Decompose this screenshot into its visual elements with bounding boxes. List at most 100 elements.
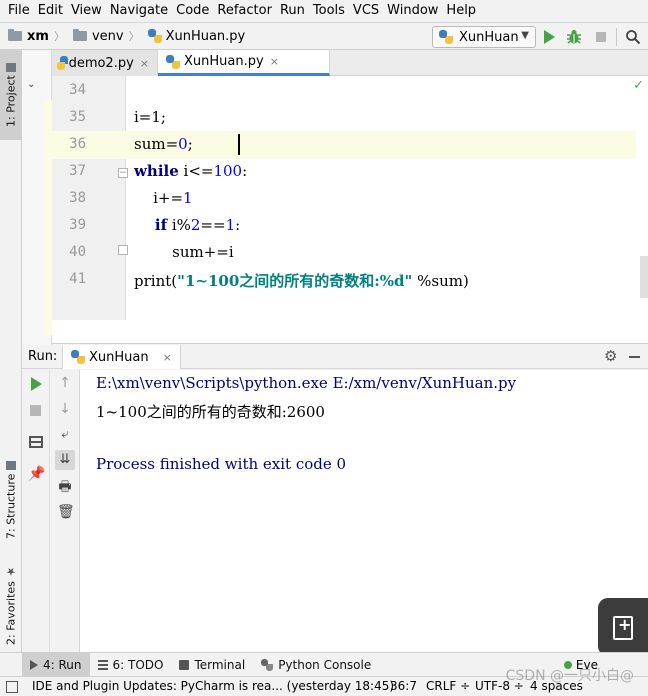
tool-windows-icon[interactable]: [6, 681, 18, 693]
run-icon[interactable]: [541, 29, 557, 45]
code-number: 2: [190, 216, 201, 234]
favorites-tool-tab-label: 2: Favorites: [4, 581, 18, 646]
code-text: ==: [200, 216, 226, 234]
tab-run[interactable]: 4: Run: [22, 652, 90, 677]
run-toolbar-primary: 📌: [22, 370, 50, 652]
breadcrumb-file[interactable]: XunHuan.py: [140, 22, 246, 50]
python-file-icon: [166, 54, 180, 69]
run-tab-xunhuan[interactable]: XunHuan ×: [62, 345, 181, 369]
star-icon: ★: [4, 564, 18, 578]
structure-tool-tab[interactable]: 7: Structure: [0, 455, 22, 545]
pin-icon[interactable]: 📌: [28, 466, 45, 482]
editor-scrollbar[interactable]: [640, 256, 648, 298]
close-icon[interactable]: ×: [270, 55, 279, 68]
code-line-39: if i%2==1:: [134, 216, 240, 234]
python-file-icon: [71, 350, 85, 364]
menu-edit[interactable]: Edit: [34, 0, 67, 22]
tab-terminal-label: Terminal: [194, 657, 246, 672]
chevron-down-icon[interactable]: ⌄: [27, 79, 35, 90]
menu-window[interactable]: Window: [383, 0, 442, 22]
stop-icon[interactable]: [593, 29, 609, 45]
layout-icon[interactable]: [29, 436, 43, 448]
inspection-ok-icon[interactable]: ✓: [633, 78, 644, 93]
todo-list-icon: [97, 659, 108, 670]
menu-view[interactable]: View: [67, 0, 106, 22]
status-message[interactable]: IDE and Plugin Updates: PyCharm is rea..…: [32, 679, 394, 693]
arrow-down-icon[interactable]: ↓: [57, 401, 73, 417]
menu-run[interactable]: Run: [276, 0, 309, 22]
menu-tools[interactable]: Tools: [309, 0, 349, 22]
debug-icon[interactable]: [566, 29, 582, 45]
close-icon[interactable]: ×: [163, 351, 172, 364]
stop-icon[interactable]: [30, 405, 41, 416]
minimize-icon[interactable]: [629, 356, 640, 358]
breadcrumb-folder[interactable]: venv 〉: [65, 22, 140, 50]
line-number: 41: [69, 271, 86, 287]
code-text: sum+=i: [134, 243, 234, 261]
breadcrumb-file-label: XunHuan.py: [165, 28, 246, 44]
tab-todo[interactable]: 6: TODO: [90, 653, 172, 677]
project-panel-highlight: [44, 100, 52, 335]
terminal-icon: [179, 659, 190, 670]
tab-xunhuan[interactable]: XunHuan.py ×: [158, 50, 330, 76]
folder-icon: [8, 29, 22, 41]
soft-wrap-icon[interactable]: ⤶: [57, 427, 73, 443]
navigation-bar: xm 〉 venv 〉 XunHuan.py XunHuan ▼: [0, 22, 648, 50]
current-line-highlight: [126, 131, 636, 159]
breadcrumb-project[interactable]: xm 〉: [0, 22, 65, 50]
code-line-36: sum=0;: [134, 135, 193, 153]
text-caret: [238, 134, 240, 155]
tab-demo2[interactable]: demo2.py ×: [52, 50, 158, 76]
plus-icon: +: [618, 615, 632, 634]
code-editor[interactable]: 34 35 36 37 38 39 40 41 − i=1; sum=0; wh…: [52, 76, 648, 344]
run-console[interactable]: E:\xm\venv\Scripts\python.exe E:/xm/venv…: [80, 370, 648, 652]
trash-icon[interactable]: 🗑: [57, 504, 75, 520]
project-tool-tab[interactable]: 1: Project: [0, 50, 22, 140]
run-panel-label: Run:: [28, 349, 58, 364]
gear-icon[interactable]: ⚙: [604, 348, 620, 364]
code-text: %sum): [412, 272, 469, 290]
python-console-icon: [261, 658, 274, 671]
tab-terminal[interactable]: Terminal: [171, 653, 253, 677]
run-configuration-select[interactable]: XunHuan ▼: [432, 26, 536, 48]
rerun-icon[interactable]: [28, 376, 44, 392]
line-number: 37: [69, 163, 86, 179]
code-text: i%: [167, 216, 191, 234]
chevron-right-icon: 〉: [53, 30, 65, 43]
python-file-icon: [147, 29, 162, 43]
arrow-up-icon[interactable]: ↑: [57, 375, 73, 391]
tab-run-label: 4: Run: [43, 657, 82, 672]
menu-navigate[interactable]: Navigate: [106, 0, 172, 22]
menu-help[interactable]: Help: [442, 0, 480, 22]
menu-file[interactable]: File: [4, 0, 34, 22]
code-number: 1: [225, 216, 236, 234]
project-tool-tab-label: 1: Project: [4, 75, 18, 128]
fold-end-icon[interactable]: [118, 245, 128, 255]
search-icon[interactable]: [625, 29, 641, 45]
menu-refactor[interactable]: Refactor: [213, 0, 276, 22]
menu-bar: File Edit View Navigate Code Refactor Ru…: [0, 0, 648, 22]
scroll-to-end-icon[interactable]: ⇊: [55, 450, 75, 470]
line-number-gutter: 34 35 36 37 38 39 40 41: [52, 76, 126, 320]
run-tab-label: XunHuan: [89, 349, 149, 365]
run-tool-header: Run: XunHuan × ⚙: [22, 345, 648, 369]
tab-label: demo2.py: [68, 55, 134, 71]
close-icon[interactable]: ×: [140, 57, 149, 70]
menu-code[interactable]: Code: [172, 0, 213, 22]
caret-position[interactable]: 36:7: [390, 679, 417, 693]
line-separator-select[interactable]: CRLF ÷: [426, 679, 470, 693]
code-keyword: while: [134, 162, 179, 180]
project-panel: ⌄: [22, 50, 52, 345]
code-number: 1: [183, 189, 193, 207]
tab-python-console[interactable]: Python Console: [253, 653, 379, 677]
fold-toggle-icon[interactable]: −: [118, 168, 128, 178]
code-keyword: if: [134, 216, 168, 234]
python-file-icon: [439, 30, 453, 44]
console-command-line: E:\xm\venv\Scripts\python.exe E:/xm/venv…: [96, 374, 517, 392]
print-icon[interactable]: 🖶: [57, 479, 73, 495]
tab-python-console-label: Python Console: [278, 657, 372, 672]
favorites-tool-tab[interactable]: 2: Favorites ★: [0, 560, 22, 650]
code-text: ;: [187, 135, 193, 153]
menu-vcs[interactable]: VCS: [349, 0, 383, 22]
line-number: 39: [69, 217, 86, 233]
